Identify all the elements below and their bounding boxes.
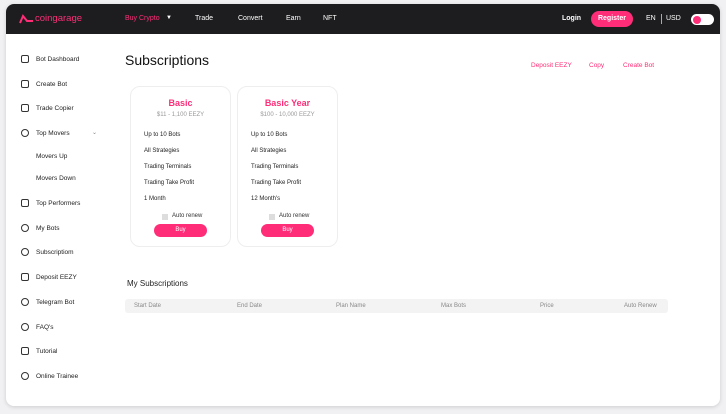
sidebar-item-label: Movers Down [36, 175, 76, 182]
sidebar-item-label: Trade Copier [36, 105, 74, 112]
sidebar-item-label: FAQ's [36, 324, 54, 331]
user-icon [21, 298, 29, 306]
plan-card: Basic Year $100 - 10,000 EEZY Up to 10 Bo… [237, 86, 338, 247]
clipboard-icon [21, 104, 29, 112]
column-header[interactable]: Start Date [134, 303, 161, 309]
history-icon [21, 129, 29, 137]
plan-feature: 1 Month [144, 196, 166, 202]
chart-icon [21, 199, 29, 207]
column-header[interactable]: Plan Name [336, 303, 366, 309]
plan-price: $11 - 1,100 EEZY [156, 112, 205, 118]
auto-renew-label: Auto renew [172, 213, 203, 219]
language-select[interactable]: EN [646, 15, 656, 22]
plan-feature: Trading Terminals [251, 164, 299, 170]
currency-select[interactable]: USD [666, 15, 681, 22]
plan-feature: Up to 10 Bots [251, 132, 288, 138]
my-subscriptions-title: My Subscriptions [127, 279, 188, 288]
plan-feature: All Strategies [251, 148, 287, 154]
buy-button[interactable]: Buy [261, 224, 314, 237]
plan-name: Basic [168, 98, 193, 108]
column-header[interactable]: Price [540, 303, 554, 309]
top-nav: coingarage Buy Crypto ▼ Trade Convert Ea… [6, 4, 720, 34]
auto-renew-label: Auto renew [279, 213, 310, 219]
sidebar-item-label: Bot Dashboard [36, 56, 80, 63]
sidebar-item-label: Top Performers [36, 200, 81, 207]
sidebar-item-label: Movers Up [36, 153, 68, 160]
plan-feature: All Strategies [144, 148, 180, 154]
app-window: coingarage Buy Crypto ▼ Trade Convert Ea… [6, 4, 720, 406]
moon-icon [693, 15, 701, 24]
chevron-down-icon[interactable]: ▼ [166, 15, 172, 21]
theme-toggle[interactable] [691, 14, 714, 25]
login-link[interactable]: Login [562, 15, 581, 22]
divider [661, 14, 662, 24]
plan-feature: 12 Month's [251, 196, 281, 202]
sidebar-item-label: Tutorial [36, 348, 58, 355]
column-header[interactable]: End Date [237, 303, 262, 309]
history-icon [21, 323, 29, 331]
subscriptions-table-header: Start Date End Date Plan Name Max Bots P… [125, 299, 668, 313]
user-icon [21, 372, 29, 380]
column-header[interactable]: Max Bots [441, 303, 466, 309]
sidebar-item-label: Subscriptiom [36, 249, 74, 256]
wallet-icon [21, 80, 29, 88]
sidebar-item-label: Deposit EEZY [36, 274, 77, 281]
sidebar-item-label: Create Bot [36, 81, 68, 88]
nav-nft[interactable]: NFT [323, 15, 337, 22]
deposit-eezy-link[interactable]: Deposit EEZY [531, 62, 572, 69]
nav-convert[interactable]: Convert [238, 15, 263, 22]
chart-icon [21, 273, 29, 281]
nav-trade[interactable]: Trade [195, 15, 213, 22]
copy-link[interactable]: Copy [589, 62, 604, 69]
plan-feature: Trading Terminals [144, 164, 192, 170]
plan-feature: Up to 10 Bots [144, 132, 181, 138]
user-icon [21, 224, 29, 232]
logo-icon [19, 14, 33, 24]
sidebar-item-label: Top Movers [36, 130, 70, 137]
sidebar-item-label: My Bots [36, 225, 60, 232]
plan-name: Basic Year [264, 98, 311, 108]
dashboard-icon [21, 55, 29, 63]
plan-card: Basic $11 - 1,100 EEZY Up to 10 Bots All S… [130, 86, 231, 247]
column-header[interactable]: Auto Renew [624, 303, 657, 309]
buy-button[interactable]: Buy [154, 224, 207, 237]
nav-earn[interactable]: Earn [286, 15, 301, 22]
chevron-down-icon[interactable]: ⌄ [92, 129, 97, 136]
sidebar-item-label: Telegram Bot [36, 299, 75, 306]
logo[interactable]: coingarage [35, 13, 82, 24]
sidebar-item-label: Online Trainee [36, 373, 79, 380]
history-icon [21, 248, 29, 256]
register-button[interactable]: Register [591, 11, 633, 27]
plan-feature: Trading Take Profit [251, 180, 302, 186]
plan-feature: Trading Take Profit [144, 180, 195, 186]
nav-buy-crypto[interactable]: Buy Crypto [125, 15, 160, 22]
chart-icon [21, 347, 29, 355]
page-title: Subscriptions [125, 52, 210, 68]
create-bot-link[interactable]: Create Bot [623, 62, 654, 69]
plan-price: $100 - 10,000 EEZY [260, 112, 315, 118]
auto-renew-checkbox[interactable] [269, 214, 275, 220]
auto-renew-checkbox[interactable] [162, 214, 168, 220]
